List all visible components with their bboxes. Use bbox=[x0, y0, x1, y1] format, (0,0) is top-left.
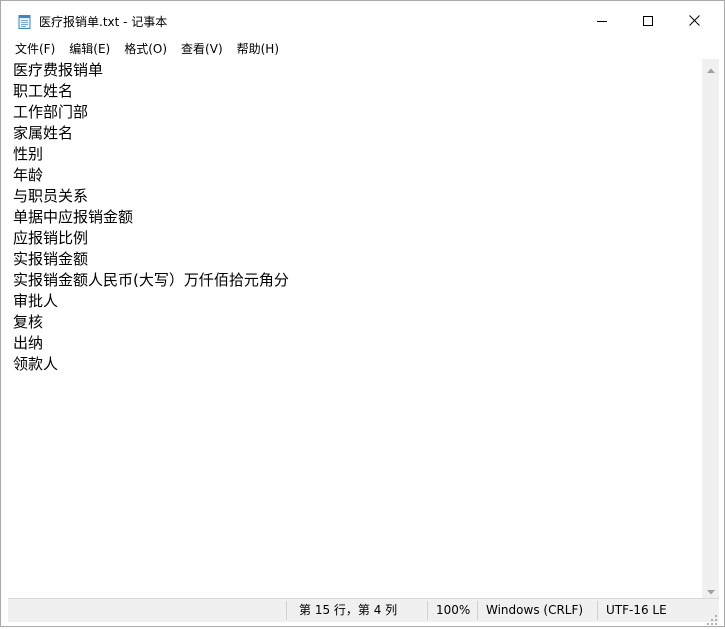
scroll-up-button[interactable] bbox=[702, 59, 719, 76]
text-line: 单据中应报销金额 bbox=[13, 208, 134, 226]
text-line: 性别 bbox=[13, 145, 44, 163]
text-line: 年龄 bbox=[13, 166, 44, 184]
vertical-scrollbar[interactable] bbox=[702, 59, 719, 598]
menu-file[interactable]: 文件(F) bbox=[8, 40, 62, 58]
status-bar: 第 15 行，第 4 列 100% Windows (CRLF) UTF-16 … bbox=[8, 598, 719, 625]
text-line: 实报销金额人民币(大写）万仟佰拾元角分 bbox=[13, 271, 289, 289]
status-divider bbox=[427, 601, 428, 620]
notepad-icon bbox=[17, 14, 33, 30]
status-divider bbox=[477, 601, 478, 620]
text-line: 领款人 bbox=[13, 355, 59, 373]
minimize-icon bbox=[597, 11, 607, 30]
text-line: 应报销比例 bbox=[13, 229, 89, 247]
text-line: 职工姓名 bbox=[13, 82, 74, 100]
cursor-position: 第 15 行，第 4 列 bbox=[299, 603, 398, 617]
menu-help[interactable]: 帮助(H) bbox=[230, 40, 286, 58]
notepad-window: 医疗报销单.txt - 记事本 文件(F) 编辑(E) 格式(O) 查看(V) … bbox=[0, 0, 725, 627]
text-line: 与职员关系 bbox=[13, 187, 89, 205]
text-content: 医疗费报销单 职工姓名 工作部门部 家属姓名 性别 年龄 与职员关系 单据中应报… bbox=[13, 60, 289, 375]
text-encoding: UTF-16 LE bbox=[606, 603, 667, 617]
text-editor[interactable]: 医疗费报销单 职工姓名 工作部门部 家属姓名 性别 年龄 与职员关系 单据中应报… bbox=[8, 59, 702, 598]
text-line: 出纳 bbox=[13, 334, 44, 352]
text-line: 复核 bbox=[13, 313, 44, 331]
maximize-icon bbox=[643, 11, 653, 30]
menu-view[interactable]: 查看(V) bbox=[174, 40, 230, 58]
zoom-level: 100% bbox=[436, 603, 471, 617]
menu-edit[interactable]: 编辑(E) bbox=[62, 40, 117, 58]
text-line: 家属姓名 bbox=[13, 124, 74, 142]
text-line: 工作部门部 bbox=[13, 103, 89, 121]
menu-bar: 文件(F) 编辑(E) 格式(O) 查看(V) 帮助(H) bbox=[1, 39, 724, 59]
chevron-down-icon bbox=[706, 580, 715, 599]
title-bar[interactable]: 医疗报销单.txt - 记事本 bbox=[1, 1, 724, 39]
maximize-button[interactable] bbox=[625, 1, 671, 39]
close-icon bbox=[688, 11, 700, 30]
scroll-down-button[interactable] bbox=[702, 581, 719, 598]
text-line: 医疗费报销单 bbox=[13, 61, 104, 79]
window-title: 医疗报销单.txt - 记事本 bbox=[39, 15, 168, 29]
menu-format[interactable]: 格式(O) bbox=[117, 40, 174, 58]
status-divider bbox=[597, 601, 598, 620]
status-divider bbox=[286, 601, 287, 620]
resize-grip-icon[interactable] bbox=[707, 610, 717, 625]
line-ending: Windows (CRLF) bbox=[486, 603, 584, 617]
text-line: 实报销金额 bbox=[13, 250, 89, 268]
chevron-up-icon bbox=[706, 58, 715, 77]
text-line: 审批人 bbox=[13, 292, 59, 310]
minimize-button[interactable] bbox=[579, 1, 625, 39]
close-button[interactable] bbox=[671, 1, 717, 39]
